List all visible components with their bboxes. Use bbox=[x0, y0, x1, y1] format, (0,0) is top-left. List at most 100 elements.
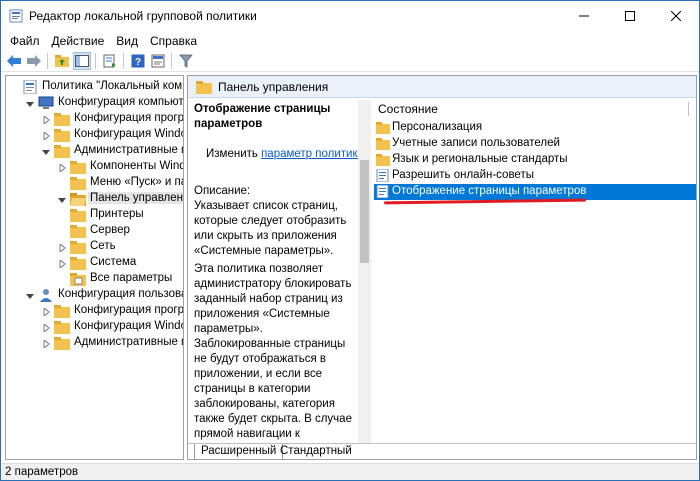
tree-item[interactable]: Конфигурация компьютера bbox=[6, 95, 183, 111]
properties-button[interactable] bbox=[149, 52, 167, 70]
tree-item[interactable]: Конфигурация программ bbox=[6, 303, 184, 319]
folder-icon bbox=[70, 160, 86, 174]
chevron-down-icon[interactable] bbox=[26, 99, 34, 107]
column-header-divider[interactable] bbox=[688, 102, 690, 119]
chevron-right-icon[interactable] bbox=[42, 130, 50, 142]
tree-item[interactable]: Все параметры bbox=[6, 271, 183, 287]
toolbar-separator bbox=[95, 53, 96, 69]
toolbar: ? bbox=[1, 50, 699, 72]
tree-item-label: Система bbox=[90, 256, 137, 268]
description-scrollbar[interactable] bbox=[358, 100, 371, 444]
chevron-down-icon[interactable] bbox=[58, 195, 66, 203]
setting-row-label: Учетные записи пользователей bbox=[392, 137, 560, 149]
settings-folder-icon bbox=[70, 272, 86, 286]
export-list-icon bbox=[103, 54, 116, 68]
tree-item-label: Сервер bbox=[90, 224, 130, 236]
chevron-down-icon[interactable] bbox=[26, 291, 34, 299]
title-bar[interactable]: Редактор локальной групповой политики bbox=[1, 1, 699, 31]
tree-item[interactable]: Административные шаблоны bbox=[6, 335, 183, 351]
tree-item-label: Панель управления bbox=[88, 192, 183, 204]
setting-row[interactable]: Язык и региональные стандарты bbox=[374, 152, 696, 168]
tree-item[interactable]: Компоненты Windows bbox=[6, 159, 183, 175]
status-bar: 2 параметров bbox=[1, 463, 699, 480]
setting-row-label: Разрешить онлайн-советы bbox=[392, 169, 534, 181]
chevron-right-icon[interactable] bbox=[42, 338, 50, 350]
up-level-button[interactable] bbox=[53, 52, 71, 70]
folder-icon bbox=[70, 256, 86, 270]
tab-extended[interactable]: Расширенный bbox=[194, 444, 284, 459]
chevron-right-icon[interactable] bbox=[58, 162, 66, 174]
tree-item[interactable]: Конфигурация программ bbox=[6, 111, 183, 127]
folder-icon bbox=[54, 304, 70, 318]
tree-item[interactable]: Меню «Пуск» и панель задач bbox=[6, 175, 183, 191]
tree-item[interactable]: Конфигурация Windows bbox=[6, 127, 183, 143]
folder-icon bbox=[70, 208, 86, 222]
maximize-icon bbox=[625, 11, 635, 21]
help-button[interactable]: ? bbox=[129, 52, 147, 70]
folder-icon bbox=[54, 144, 70, 158]
tree-item[interactable]: Сервер bbox=[6, 223, 183, 239]
forward-button[interactable] bbox=[25, 52, 43, 70]
minimize-button[interactable] bbox=[561, 1, 607, 31]
chevron-right-icon[interactable] bbox=[58, 258, 66, 270]
tree-item-label: Конфигурация программ bbox=[74, 304, 184, 316]
scrollbar-thumb[interactable] bbox=[360, 160, 369, 263]
show-hide-tree-button[interactable] bbox=[73, 52, 91, 70]
tree-item[interactable]: Конфигурация пользователя bbox=[6, 287, 183, 303]
tree-item[interactable]: Система bbox=[6, 255, 183, 271]
setting-row[interactable]: Отображение страницы параметров bbox=[374, 184, 696, 200]
setting-row-label: Язык и региональные стандарты bbox=[392, 153, 568, 165]
edit-policy-link[interactable]: параметр политики bbox=[261, 148, 360, 160]
chevron-right-icon[interactable] bbox=[42, 306, 50, 318]
tree-item[interactable]: Сеть bbox=[6, 239, 183, 255]
menu-file[interactable]: Файл bbox=[4, 34, 46, 48]
menu-help[interactable]: Справка bbox=[144, 34, 203, 48]
tree-item[interactable]: Панель управления bbox=[6, 191, 183, 207]
tree-item-label: Меню «Пуск» и панель задач bbox=[90, 176, 183, 188]
tree-item-label: Административные шаблоны bbox=[74, 144, 183, 156]
policy-description-summary: Описание: Указывает список страниц, кото… bbox=[194, 185, 347, 257]
column-header-state[interactable]: Состояние bbox=[378, 102, 438, 116]
back-arrow-icon bbox=[7, 55, 21, 67]
folder-icon bbox=[54, 320, 70, 334]
back-button[interactable] bbox=[5, 52, 23, 70]
tree-item-label: Конфигурация Windows bbox=[74, 320, 183, 332]
close-icon bbox=[671, 11, 681, 21]
tree-item[interactable]: Административные шаблоны bbox=[6, 143, 183, 159]
tab-standard[interactable]: Стандартный bbox=[274, 444, 358, 459]
export-list-button[interactable] bbox=[101, 52, 119, 70]
setting-row[interactable]: Персонализация bbox=[374, 120, 696, 136]
chevron-down-icon[interactable] bbox=[42, 147, 50, 155]
tree-item[interactable]: Политика "Локальный компьютер" bbox=[6, 79, 183, 95]
menu-bar: Файл Действие Вид Справка bbox=[1, 31, 699, 50]
tree-pane[interactable]: Политика "Локальный компьютер" Конфигурац… bbox=[5, 75, 184, 460]
tree-item[interactable]: Принтеры bbox=[6, 207, 183, 223]
policy-setting-icon bbox=[376, 184, 390, 199]
tree-item[interactable]: Конфигурация Windows bbox=[6, 319, 183, 335]
setting-row[interactable]: Учетные записи пользователей bbox=[374, 136, 696, 152]
chevron-right-icon[interactable] bbox=[42, 322, 50, 334]
pane-header: Панель управления bbox=[188, 76, 696, 98]
maximize-button[interactable] bbox=[607, 1, 653, 31]
folder-icon bbox=[54, 128, 70, 142]
folder-icon bbox=[54, 112, 70, 126]
column-resize-icon bbox=[688, 102, 689, 116]
forward-arrow-icon bbox=[27, 55, 41, 67]
tree-item-label: Компоненты Windows bbox=[90, 160, 183, 172]
folder-icon bbox=[376, 137, 390, 150]
setting-row[interactable]: Разрешить онлайн-советы bbox=[374, 168, 696, 184]
tree-item-label: Политика "Локальный компьютер" bbox=[42, 80, 183, 92]
chevron-right-icon[interactable] bbox=[58, 242, 66, 254]
folder-icon bbox=[196, 81, 212, 94]
description-panel: Отображение страницы параметров Изменить… bbox=[192, 100, 360, 444]
toolbar-separator bbox=[123, 53, 124, 69]
filter-icon bbox=[179, 54, 193, 68]
folder-open-icon bbox=[70, 192, 86, 206]
chevron-right-icon[interactable] bbox=[42, 114, 50, 126]
filter-button[interactable] bbox=[177, 52, 195, 70]
menu-action[interactable]: Действие bbox=[46, 34, 111, 48]
pane-header-title: Панель управления bbox=[218, 80, 329, 94]
status-text: 2 параметров bbox=[5, 466, 79, 478]
menu-view[interactable]: Вид bbox=[110, 34, 144, 48]
close-button[interactable] bbox=[653, 1, 699, 31]
